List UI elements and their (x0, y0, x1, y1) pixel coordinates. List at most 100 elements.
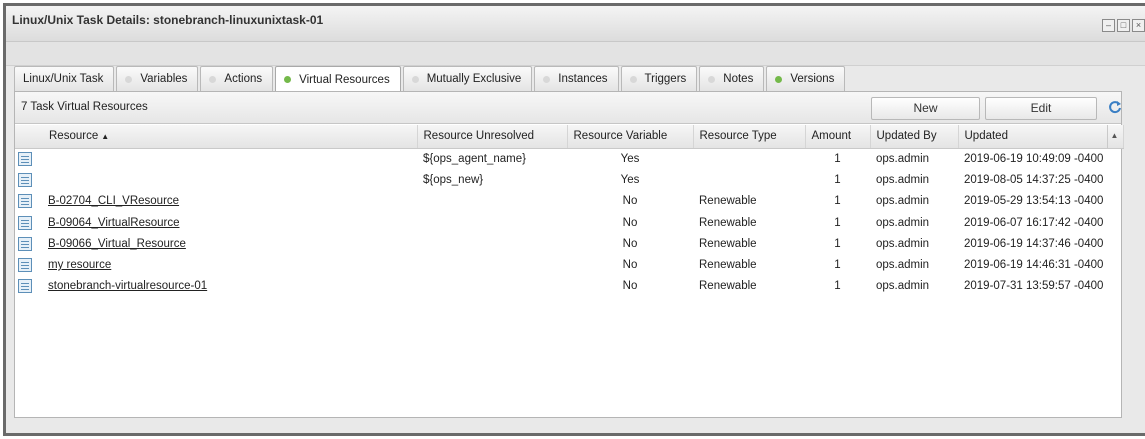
column-header-resource-unresolved[interactable]: Resource Unresolved (417, 125, 568, 149)
cell-amount: 1 (834, 195, 841, 208)
cell-resource[interactable]: B-09064_VirtualResource (15, 212, 417, 233)
column-header-updated-by[interactable]: Updated By (870, 125, 959, 149)
column-header-resource-variable[interactable]: Resource Variable (567, 125, 694, 149)
table-row[interactable]: B-09066_Virtual_Resource No Renewable 1 ops.… (15, 233, 1123, 254)
cell-type: Renewable (699, 259, 757, 272)
cell-type: Renewable (699, 195, 757, 208)
column-header-label: Resource Type (699, 130, 777, 143)
tab-label: Versions (790, 73, 835, 85)
cell-amount: 1 (834, 259, 841, 272)
tab-label: Instances (558, 73, 608, 85)
resource-details-icon[interactable] (18, 215, 32, 230)
cell-unresolved (417, 233, 567, 254)
tab-virtual-resources[interactable]: Virtual Resources (275, 66, 401, 92)
tab-label: Notes (723, 73, 754, 85)
resource-details-icon[interactable] (18, 194, 32, 209)
table-row[interactable]: B-09064_VirtualResource No Renewable 1 ops.a… (15, 212, 1123, 233)
cell-resource (15, 169, 417, 190)
tab-actions[interactable]: Actions (200, 66, 274, 91)
cell-updated-by: ops.admin (876, 237, 930, 250)
tab-status-dot-icon (708, 75, 716, 83)
cell-variable: No (622, 259, 638, 272)
resource-details-icon[interactable] (18, 236, 32, 251)
refresh-icon[interactable] (1108, 100, 1122, 114)
tab-status-dot-icon (543, 75, 551, 83)
table-row[interactable]: stonebranch-virtualresource-01 No Renewabl… (15, 276, 1123, 297)
column-header-updated[interactable]: Updated (958, 125, 1124, 149)
resource-link[interactable]: B-09066_Virtual_Resource (48, 238, 186, 250)
column-header-resource[interactable]: Resource ▲ (15, 125, 418, 149)
tab-status-dot-icon (629, 75, 637, 83)
cell-type: Renewable (699, 237, 757, 250)
table-row[interactable]: B-02704_CLI_VResource No Renewable 1 ops.adm… (15, 191, 1123, 212)
tab-versions[interactable]: Versions (766, 66, 846, 91)
cell-amount: 1 (834, 237, 841, 250)
cell-resource[interactable]: stonebranch-virtualresource-01 (15, 276, 417, 297)
tab-mutually-exclusive[interactable]: Mutually Exclusive (402, 66, 533, 91)
cell-amount: 1 (834, 173, 841, 186)
column-header-amount[interactable]: Amount (805, 125, 871, 149)
scroll-up-icon[interactable]: ▲ (1107, 125, 1121, 148)
resources-table: Resource ▲ Resource Unresolved Resource Var… (15, 125, 1124, 297)
cell-updated-by: ops.admin (876, 280, 930, 293)
column-header-label: Updated (964, 130, 1008, 143)
cell-updated-by: ops.admin (876, 216, 930, 229)
resource-link[interactable]: my resource (48, 259, 111, 271)
table-header-row: Resource ▲ Resource Unresolved Resource Var… (15, 125, 1124, 149)
resource-link[interactable]: B-09064_VirtualResource (48, 217, 179, 229)
cell-updated-by: ops.admin (876, 195, 930, 208)
window-title: Linux/Unix Task Details: stonebranch-lin… (12, 13, 324, 27)
toolbar-strip (6, 42, 1145, 66)
cell-type (693, 169, 805, 190)
virtual-resources-panel: 7 Task Virtual Resources New Edit Resour… (14, 91, 1124, 418)
resource-details-icon[interactable] (18, 279, 32, 294)
resource-count-label: 7 Task Virtual Resources (21, 101, 148, 113)
column-header-label: Resource (49, 130, 99, 143)
tab-notes[interactable]: Notes (699, 66, 765, 91)
cell-type (693, 148, 805, 169)
table-row[interactable]: ${ops_agent_name} Yes 1 ops.admin 2019-06-19… (15, 148, 1123, 169)
tab-label: Actions (224, 73, 263, 85)
table-row[interactable]: my resource No Renewable 1 ops.admin 2019-06-… (15, 254, 1123, 275)
resource-details-icon[interactable] (18, 151, 32, 166)
tab-triggers[interactable]: Triggers (620, 66, 698, 91)
cell-resource[interactable]: B-02704_CLI_VResource (15, 191, 417, 212)
tab-instances[interactable]: Instances (534, 66, 619, 91)
cell-updated: 2019-07-31 13:59:57 -0400 (964, 280, 1104, 293)
cell-resource[interactable]: my resource (15, 254, 417, 275)
tab-label: Virtual Resources (299, 73, 390, 86)
column-header-label: Resource Variable (573, 130, 668, 143)
tab-label: Linux/Unix Task (23, 73, 104, 85)
cell-unresolved (417, 212, 567, 233)
cell-updated: 2019-06-19 14:37:46 -0400 (964, 237, 1104, 250)
new-button[interactable]: New (871, 97, 980, 120)
tab-status-dot-icon (775, 75, 783, 83)
cell-variable: No (622, 216, 638, 229)
resource-details-icon[interactable] (18, 258, 32, 273)
cell-variable: Yes (620, 152, 640, 165)
edit-button[interactable]: Edit (985, 97, 1097, 120)
close-icon[interactable]: × (1132, 19, 1145, 32)
cell-unresolved: ${ops_agent_name} (423, 152, 526, 165)
column-header-resource-type[interactable]: Resource Type (693, 125, 806, 149)
window-controls: – □ × (1102, 19, 1145, 32)
tab-variables[interactable]: Variables (116, 66, 199, 91)
cell-amount: 1 (834, 152, 841, 165)
cell-resource[interactable]: B-09066_Virtual_Resource (15, 233, 417, 254)
cell-updated-by: ops.admin (876, 152, 930, 165)
resource-link[interactable]: B-02704_CLI_VResource (48, 195, 179, 207)
tab-status-dot-icon (125, 75, 133, 83)
window-titlebar[interactable]: Linux/Unix Task Details: stonebranch-lin… (6, 6, 1145, 42)
cell-unresolved (417, 191, 567, 212)
tab-label: Variables (140, 73, 188, 85)
cell-updated: 2019-06-07 16:17:42 -0400 (964, 216, 1104, 229)
minimize-icon[interactable]: – (1102, 19, 1115, 32)
tab-status-dot-icon (284, 76, 292, 83)
tab-linux-unix-task[interactable]: Linux/Unix Task (14, 66, 115, 91)
table-row[interactable]: ${ops_new} Yes 1 ops.admin 2019-08-05 14:37:… (15, 169, 1123, 190)
maximize-icon[interactable]: □ (1117, 19, 1130, 32)
cell-updated-by: ops.admin (876, 259, 930, 272)
cell-amount: 1 (834, 280, 841, 293)
resource-link[interactable]: stonebranch-virtualresource-01 (48, 280, 207, 292)
resource-details-icon[interactable] (18, 172, 32, 187)
